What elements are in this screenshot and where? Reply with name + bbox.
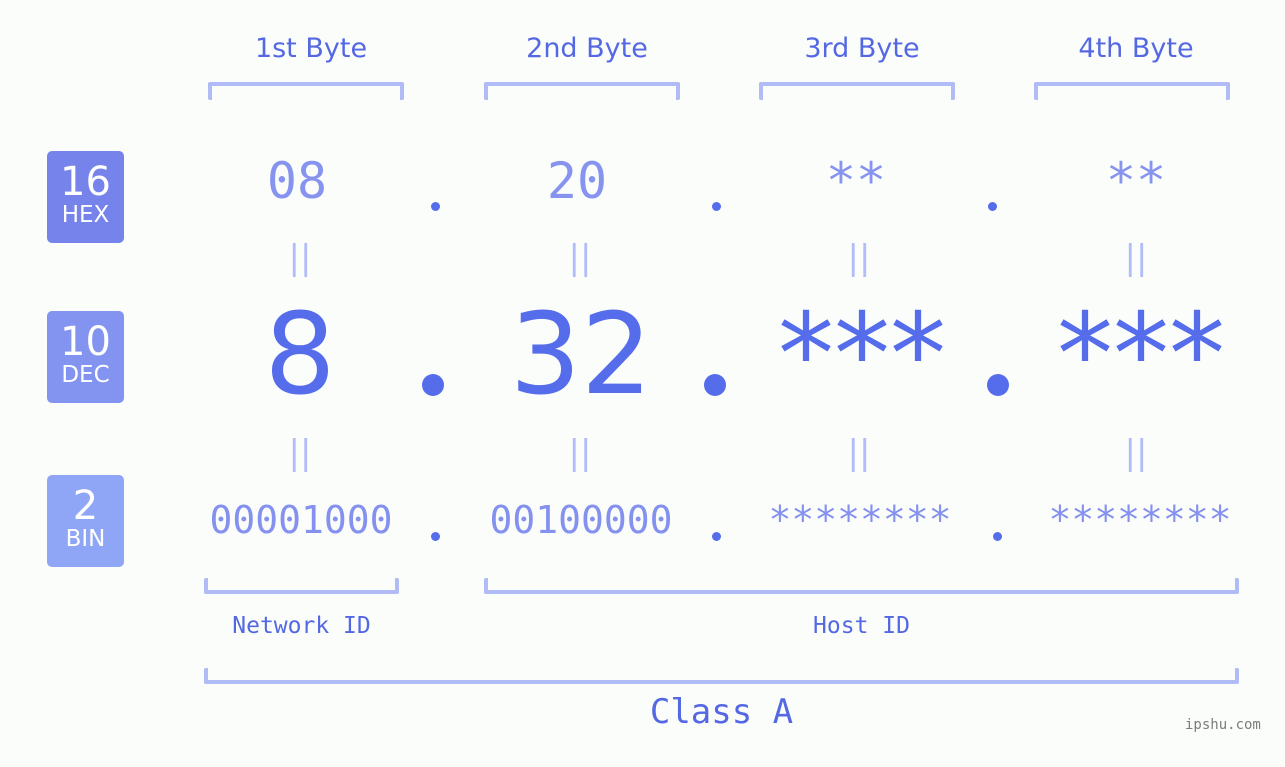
byte-header-4: 4th Byte <box>1078 33 1194 64</box>
equals-icon: || <box>568 238 592 278</box>
byte-header-2: 2nd Byte <box>526 33 648 64</box>
dec-byte-3: *** <box>778 290 946 420</box>
dec-badge: 10 DEC <box>47 311 124 403</box>
class-label: Class A <box>649 692 794 732</box>
hex-badge: 16 HEX <box>47 151 124 243</box>
bin-base-number: 2 <box>72 483 99 529</box>
bin-byte-4: ******** <box>1048 498 1232 542</box>
hex-base-number: 16 <box>60 159 111 205</box>
host-id-label: Host ID <box>813 613 910 639</box>
dec-base-number: 10 <box>60 319 111 365</box>
bin-separator-dot <box>712 532 721 541</box>
hex-separator-dot <box>431 202 440 211</box>
bin-badge: 2 BIN <box>47 475 124 567</box>
equals-icon: || <box>1124 238 1148 278</box>
equals-icon: || <box>288 238 312 278</box>
hex-separator-dot <box>988 202 997 211</box>
byte-header-1: 1st Byte <box>254 33 368 64</box>
hex-separator-dot <box>712 202 721 211</box>
byte-bracket-1 <box>208 82 404 100</box>
equals-icon: || <box>1124 433 1148 473</box>
equals-icon: || <box>847 433 871 473</box>
equals-icon: || <box>847 238 871 278</box>
equals-icon: || <box>288 433 312 473</box>
class-bracket <box>204 668 1239 684</box>
bin-base-label: BIN <box>65 526 106 552</box>
host-id-bracket <box>484 578 1239 594</box>
hex-byte-4: ** <box>1105 152 1167 210</box>
dec-separator-dot <box>422 374 444 396</box>
bin-separator-dot <box>431 532 440 541</box>
dec-byte-2: 32 <box>509 290 653 420</box>
network-id-bracket <box>204 578 399 594</box>
dec-byte-4: *** <box>1057 290 1225 420</box>
bin-byte-2: 00100000 <box>489 498 673 542</box>
bin-byte-3: ******** <box>768 498 952 542</box>
network-id-label: Network ID <box>232 613 371 639</box>
hex-base-label: HEX <box>61 202 110 228</box>
byte-bracket-4 <box>1034 82 1230 100</box>
bin-separator-dot <box>993 532 1002 541</box>
dec-separator-dot <box>987 374 1009 396</box>
dec-base-label: DEC <box>61 362 110 388</box>
byte-bracket-3 <box>759 82 955 100</box>
equals-icon: || <box>568 433 592 473</box>
hex-byte-1: 08 <box>266 152 328 210</box>
dec-separator-dot <box>704 374 726 396</box>
dec-byte-1: 8 <box>264 290 336 420</box>
byte-header-3: 3rd Byte <box>804 33 920 64</box>
hex-byte-3: ** <box>825 152 887 210</box>
hex-byte-2: 20 <box>546 152 608 210</box>
byte-bracket-2 <box>484 82 680 100</box>
watermark: ipshu.com <box>1185 717 1261 733</box>
bin-byte-1: 00001000 <box>209 498 393 542</box>
